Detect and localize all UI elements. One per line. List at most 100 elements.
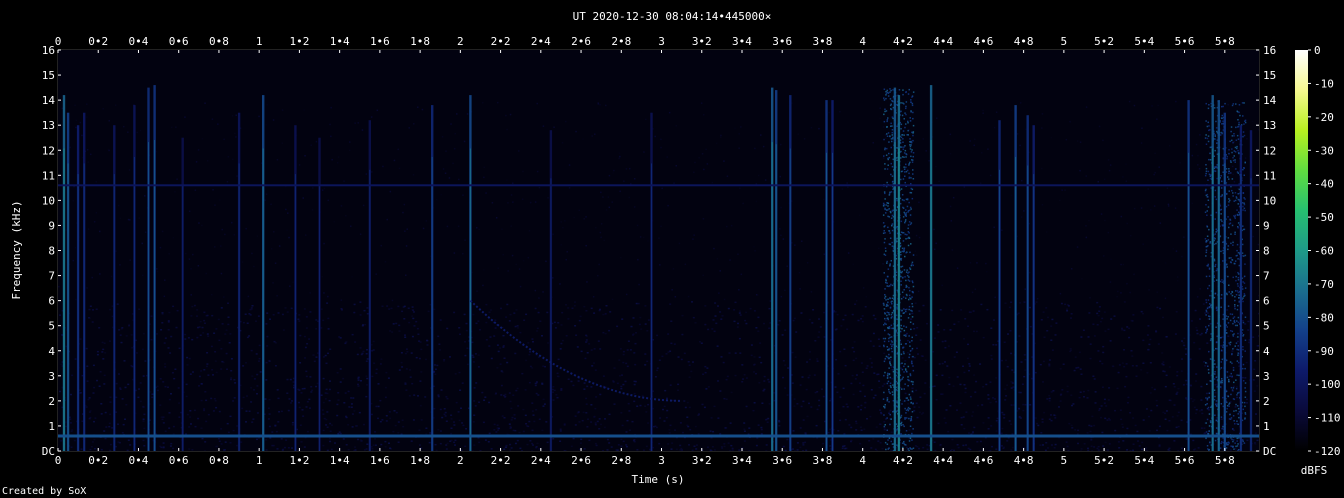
y-tick-left-16: 16 (42, 44, 55, 57)
y-tick-left-1: 1 (48, 420, 55, 433)
y-tick-right-4: 4 (1263, 345, 1270, 358)
y-tick-left-3: 3 (48, 370, 55, 383)
y-tick-right-10: 10 (1263, 194, 1276, 207)
x-tick-top-20: 4 (859, 35, 866, 48)
x-tick-top-8: 1•6 (370, 35, 390, 48)
x-tick-bottom-12: 2•4 (531, 454, 551, 467)
colorbar-tick-8: -80 (1314, 311, 1334, 324)
x-tick-top-9: 1•8 (410, 35, 430, 48)
x-tick-top-5: 1 (256, 35, 263, 48)
y-tick-right-2: 2 (1263, 395, 1270, 408)
x-tick-bottom-28: 5•6 (1175, 454, 1195, 467)
colorbar-tick-5: -50 (1314, 211, 1334, 224)
y-tick-right-8: 8 (1263, 245, 1270, 258)
colorbar-tick-6: -60 (1314, 245, 1334, 258)
x-tick-bottom-6: 1•2 (289, 454, 309, 467)
y-axis-label: Frequency (kHz) (10, 200, 23, 299)
colorbar-label: dBFS (1301, 464, 1328, 477)
x-tick-bottom-3: 0•6 (169, 454, 189, 467)
y-tick-right-11: 11 (1263, 169, 1276, 182)
colorbar-tick-3: -30 (1314, 144, 1334, 157)
y-tick-right-14: 14 (1263, 94, 1277, 107)
colorbar-tick-7: -70 (1314, 278, 1334, 291)
y-tick-left-4: 4 (48, 345, 55, 358)
x-tick-bottom-15: 3 (658, 454, 665, 467)
x-tick-bottom-20: 4 (859, 454, 866, 467)
y-tick-right-6: 6 (1263, 295, 1270, 308)
y-tick-right-12: 12 (1263, 144, 1276, 157)
y-tick-right-15: 15 (1263, 69, 1276, 82)
x-tick-bottom-1: 0•2 (88, 454, 108, 467)
x-axis-label: Time (s) (632, 473, 685, 486)
x-tick-top-29: 5•8 (1215, 35, 1235, 48)
y-tick-left-0: DC (42, 445, 55, 458)
colorbar-tick-10: -100 (1314, 378, 1341, 391)
y-tick-left-12: 12 (42, 144, 55, 157)
x-tick-top-27: 5•4 (1134, 35, 1154, 48)
y-tick-right-0: DC (1263, 445, 1276, 458)
x-tick-bottom-24: 4•8 (1014, 454, 1034, 467)
x-tick-bottom-25: 5 (1061, 454, 1068, 467)
x-tick-top-10: 2 (457, 35, 464, 48)
hum-line (58, 434, 1259, 438)
x-tick-top-21: 4•2 (893, 35, 913, 48)
x-tick-top-7: 1•4 (330, 35, 350, 48)
x-tick-bottom-5: 1 (256, 454, 263, 467)
colorbar-tick-11: -110 (1314, 412, 1341, 425)
x-tick-bottom-9: 1•8 (410, 454, 430, 467)
y-tick-left-5: 5 (48, 320, 55, 333)
x-tick-top-11: 2•2 (491, 35, 511, 48)
x-tick-top-14: 2•8 (611, 35, 631, 48)
x-tick-top-2: 0•4 (129, 35, 149, 48)
x-tick-bottom-27: 5•4 (1134, 454, 1154, 467)
x-tick-top-3: 0•6 (169, 35, 189, 48)
x-tick-bottom-18: 3•6 (772, 454, 792, 467)
y-tick-left-14: 14 (42, 94, 56, 107)
x-tick-top-18: 3•6 (772, 35, 792, 48)
credit-text: Created by SoX (2, 486, 87, 497)
x-tick-bottom-26: 5•2 (1094, 454, 1114, 467)
x-tick-top-13: 2•6 (571, 35, 591, 48)
y-tick-right-7: 7 (1263, 270, 1270, 283)
y-tick-left-15: 15 (42, 69, 55, 82)
y-tick-left-13: 13 (42, 119, 55, 132)
x-tick-top-4: 0•8 (209, 35, 229, 48)
colorbar-tick-9: -90 (1314, 345, 1334, 358)
x-tick-bottom-14: 2•8 (611, 454, 631, 467)
x-tick-top-24: 4•8 (1014, 35, 1034, 48)
spectrogram-chart: UT 2020-12-30 08:04:14•445000× 0 0•2 0•4 0•… (0, 0, 1344, 498)
y-tick-left-8: 8 (48, 245, 55, 258)
x-tick-top-26: 5•2 (1094, 35, 1114, 48)
x-tick-bottom-16: 3•2 (692, 454, 712, 467)
x-tick-top-16: 3•2 (692, 35, 712, 48)
x-tick-bottom-29: 5•8 (1215, 454, 1235, 467)
x-tick-bottom-21: 4•2 (893, 454, 913, 467)
y-tick-right-9: 9 (1263, 219, 1270, 232)
y-tick-right-3: 3 (1263, 370, 1270, 383)
y-tick-left-2: 2 (48, 395, 55, 408)
x-tick-top-0: 0 (55, 35, 62, 48)
x-tick-bottom-7: 1•4 (330, 454, 350, 467)
y-tick-left-11: 11 (42, 169, 55, 182)
tone-line (58, 184, 1259, 187)
x-tick-top-15: 3 (658, 35, 665, 48)
x-tick-bottom-23: 4•6 (973, 454, 993, 467)
x-tick-top-19: 3•8 (813, 35, 833, 48)
y-tick-left-10: 10 (42, 194, 55, 207)
x-tick-bottom-0: 0 (55, 454, 62, 467)
y-tick-left-9: 9 (48, 219, 55, 232)
y-tick-left-6: 6 (48, 295, 55, 308)
colorbar-tick-12: -120 (1314, 445, 1341, 458)
y-tick-right-5: 5 (1263, 320, 1270, 333)
x-tick-top-23: 4•6 (973, 35, 993, 48)
x-tick-bottom-2: 0•4 (129, 454, 149, 467)
x-tick-top-17: 3•4 (732, 35, 752, 48)
x-tick-bottom-8: 1•6 (370, 454, 390, 467)
y-tick-left-7: 7 (48, 270, 55, 283)
x-tick-top-22: 4•4 (933, 35, 953, 48)
x-tick-top-6: 1•2 (289, 35, 309, 48)
x-tick-bottom-22: 4•4 (933, 454, 953, 467)
x-tick-bottom-17: 3•4 (732, 454, 752, 467)
y-tick-right-16: 16 (1263, 44, 1276, 57)
colorbar (1295, 50, 1308, 451)
